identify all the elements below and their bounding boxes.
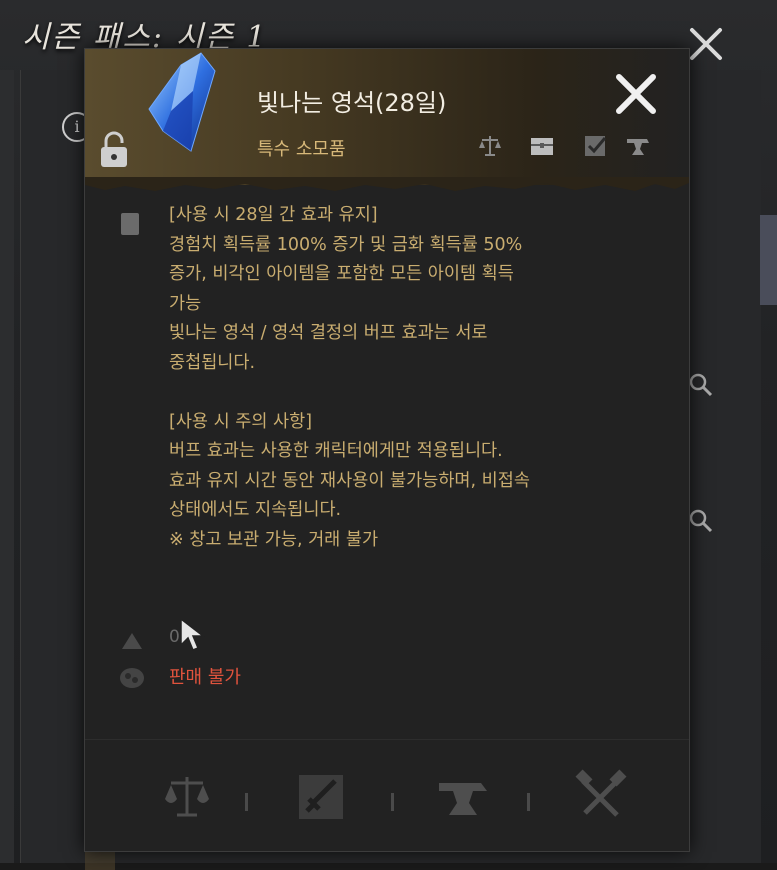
sell-status: 판매 불가 bbox=[169, 667, 241, 688]
hammer-icon[interactable] bbox=[573, 769, 629, 825]
item-description: [사용 시 28일 간 효과 유지] 경험치 획득률 100% 증가 및 금화 … bbox=[169, 205, 530, 550]
checkbox-icon[interactable] bbox=[583, 133, 609, 159]
storage-chest-icon[interactable] bbox=[529, 133, 555, 159]
lock-icon[interactable] bbox=[97, 129, 131, 169]
search-icon[interactable] bbox=[688, 372, 714, 398]
item-name: 빛나는 영석(28일) bbox=[257, 89, 447, 117]
mouse-cursor-icon bbox=[180, 617, 205, 651]
coin-icon bbox=[120, 668, 144, 688]
item-tooltip: 빛나는 영석(28일) 특수 소모품 [사용 시 28일 간 효과 유지] 경험… bbox=[84, 48, 690, 852]
tooltip-header: 빛나는 영석(28일) 특수 소모품 bbox=[85, 49, 689, 185]
blue-crystal-icon bbox=[148, 52, 216, 152]
close-icon[interactable] bbox=[613, 71, 659, 117]
divider bbox=[85, 739, 689, 740]
search-icon[interactable] bbox=[688, 508, 714, 534]
scale-icon[interactable] bbox=[159, 769, 215, 825]
item-type: 특수 소모품 bbox=[257, 139, 346, 160]
triangle-icon bbox=[122, 633, 142, 649]
window-close-icon[interactable] bbox=[684, 22, 728, 66]
scale-icon[interactable] bbox=[477, 133, 503, 159]
document-icon bbox=[121, 213, 139, 235]
action-separator bbox=[527, 793, 530, 811]
action-bar bbox=[85, 755, 689, 835]
sword-upgrade-icon[interactable] bbox=[293, 769, 349, 825]
side-panel-edge bbox=[760, 215, 777, 305]
action-separator bbox=[245, 793, 248, 811]
window-edge bbox=[0, 70, 14, 863]
anvil-icon[interactable] bbox=[435, 769, 491, 825]
action-separator bbox=[391, 793, 394, 811]
header-torn-edge bbox=[85, 177, 689, 191]
anvil-icon[interactable] bbox=[625, 133, 651, 159]
